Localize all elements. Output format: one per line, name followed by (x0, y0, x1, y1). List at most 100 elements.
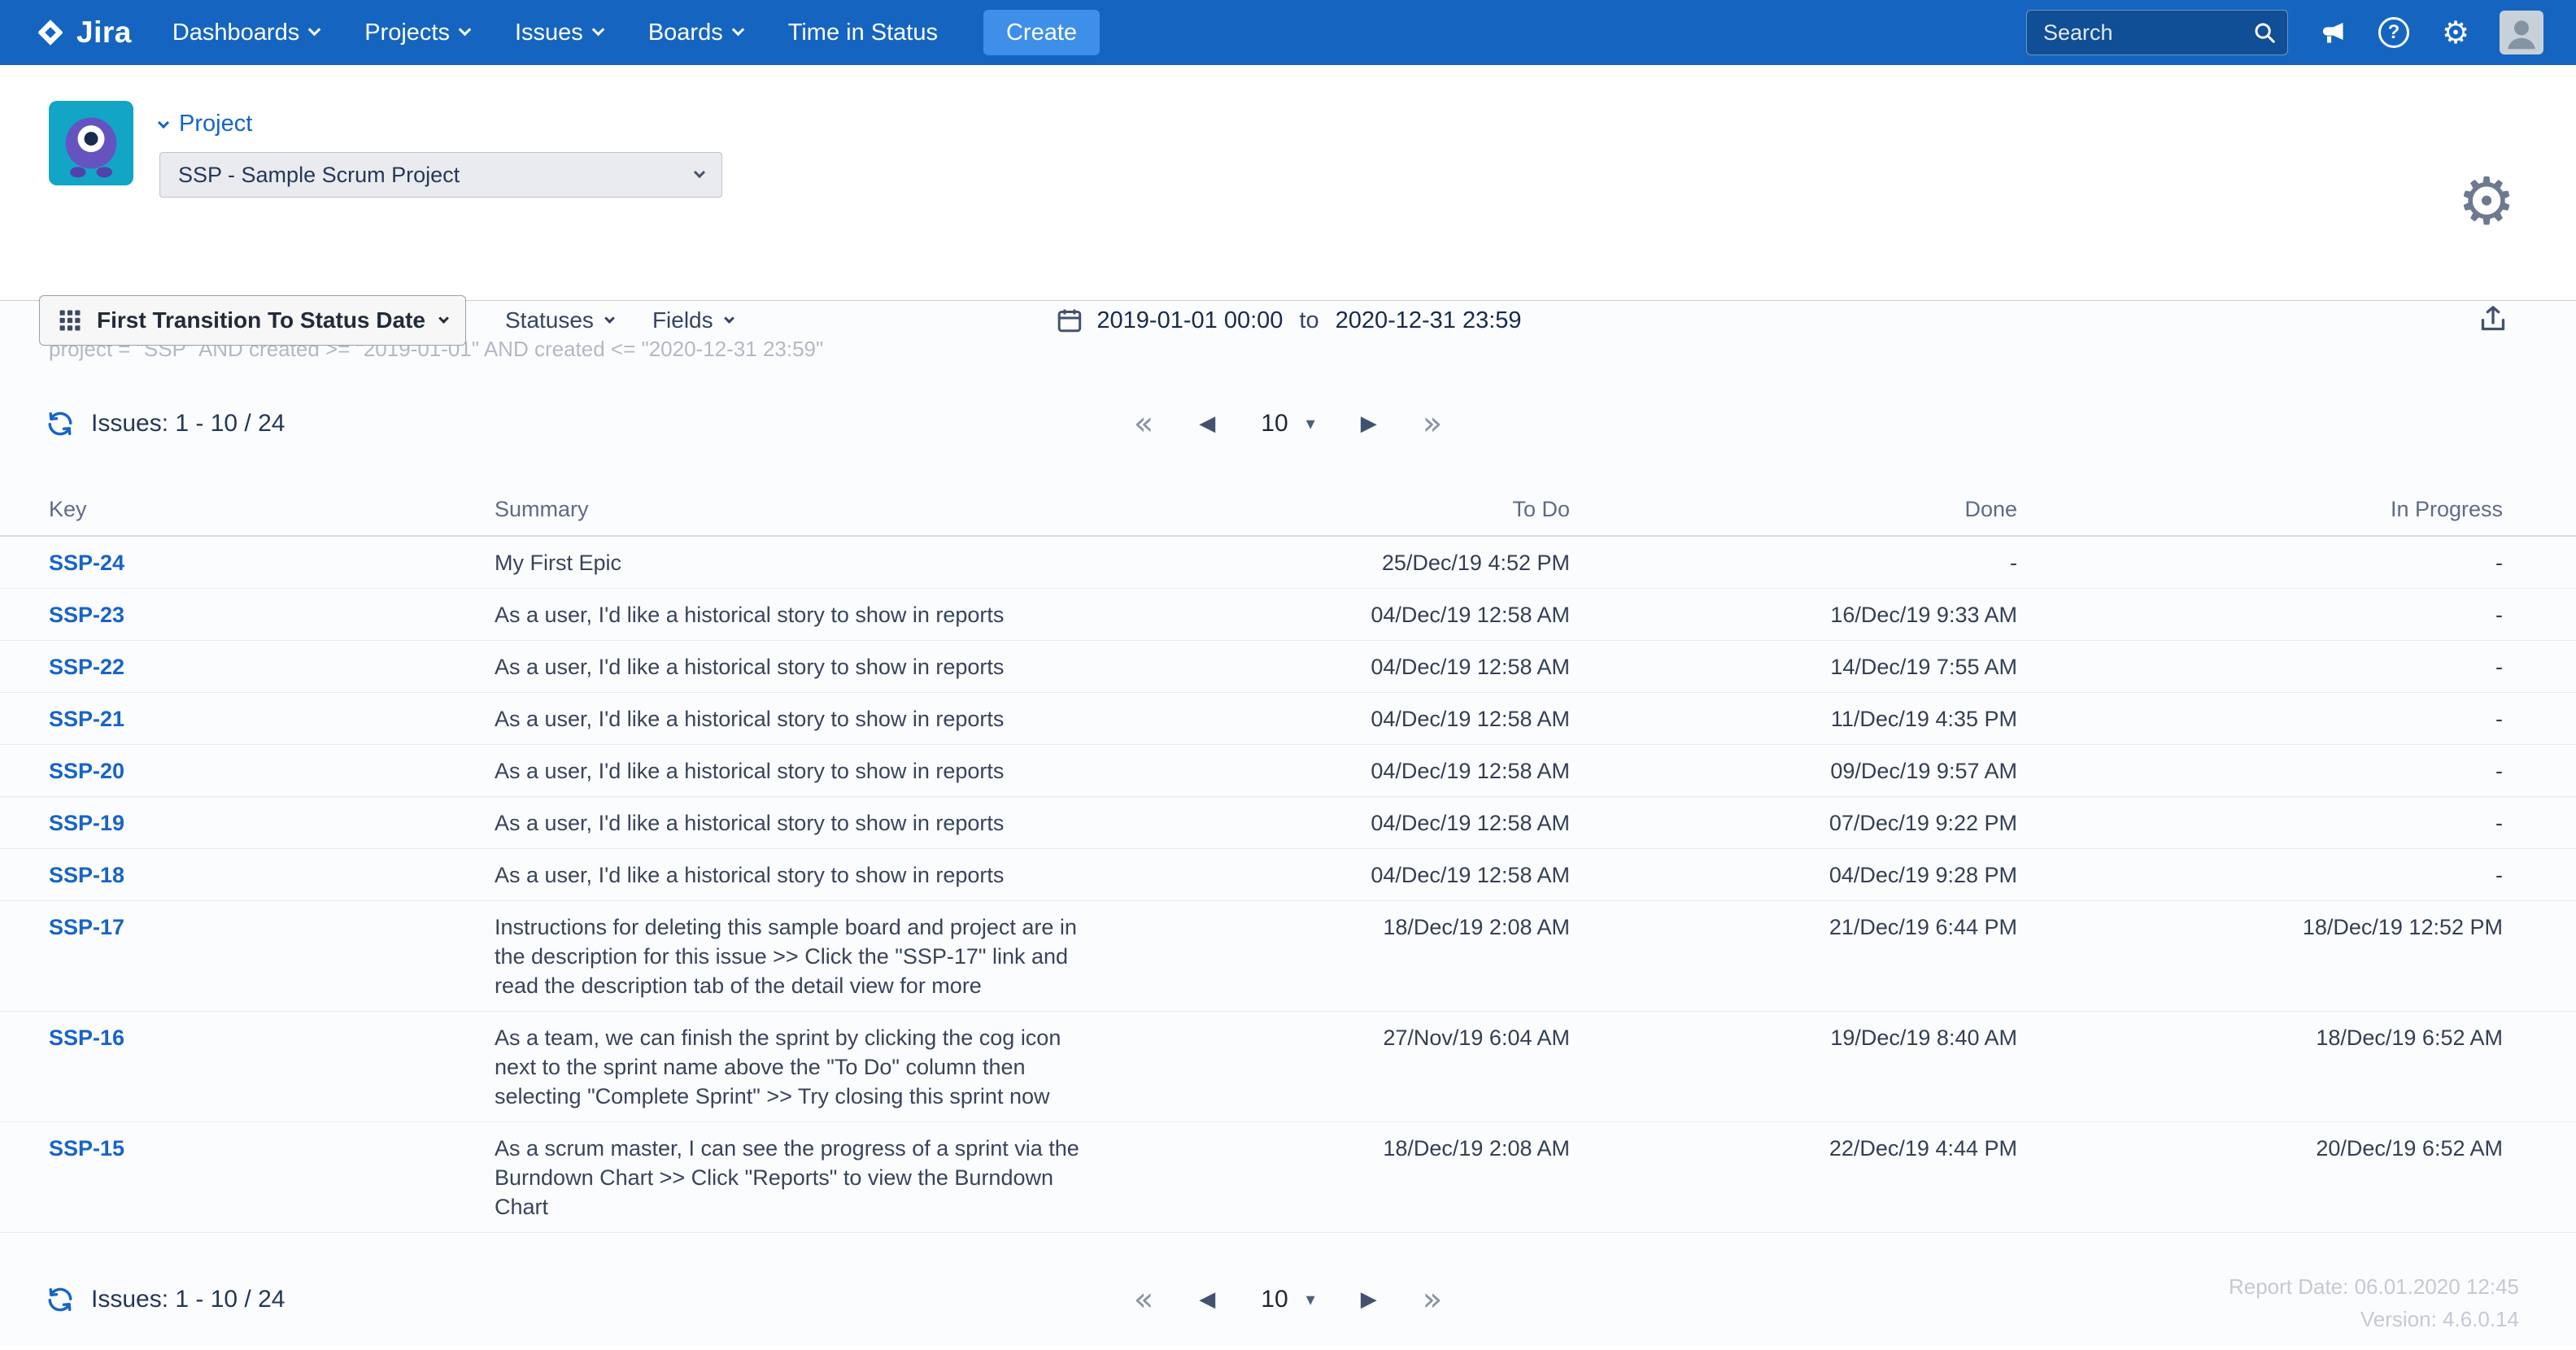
statuses-dropdown[interactable]: Statuses (505, 307, 615, 333)
done-date: 21/Dec/19 6:44 PM (1828, 915, 2017, 939)
issue-key-link[interactable]: SSP-20 (49, 759, 124, 783)
page-size-value: 10 (1261, 410, 1288, 437)
last-page-button[interactable]: » (1423, 407, 1442, 440)
chevron-down-icon (731, 23, 744, 37)
nav-item-label: Dashboards (172, 19, 300, 46)
user-avatar[interactable] (2500, 11, 2543, 54)
settings-gear-icon[interactable]: ⚙ (2438, 15, 2474, 50)
issue-summary: As a user, I'd like a historical story t… (495, 811, 1005, 835)
date-to-value: 2020-12-31 23:59 (1335, 307, 1522, 333)
done-date: 04/Dec/19 9:28 PM (1828, 863, 2017, 887)
issue-key-cell: SSP-15 (49, 1134, 495, 1163)
report-header: Project SSP - Sample Scrum Project ⚙ Fir… (0, 65, 2576, 346)
project-section-toggle[interactable]: Project (157, 111, 722, 137)
top-toolbar: Issues: 1 - 10 / 24 « ◀ 10 ▾ ▶ » (0, 398, 2576, 450)
last-page-button[interactable]: » (1423, 1283, 1442, 1316)
date-from-value: 2019-01-01 00:00 (1096, 307, 1284, 333)
issue-key-cell: SSP-17 (49, 912, 495, 942)
todo-date: 27/Nov/19 6:04 AM (1383, 1026, 1570, 1050)
report-info: Report Date: 06.01.2020 12:45 Version: 4… (2229, 1270, 2519, 1335)
table-row: SSP-15 As a scrum master, I can see the … (0, 1122, 2576, 1233)
issue-key-link[interactable]: SSP-21 (49, 707, 124, 731)
nav-item-issues[interactable]: Issues (515, 20, 605, 46)
issue-key-link[interactable]: SSP-15 (49, 1136, 124, 1161)
issue-key-link[interactable]: SSP-16 (49, 1026, 124, 1050)
nav-item-boards[interactable]: Boards (647, 19, 744, 46)
table-row: SSP-24 My First Epic 25/Dec/19 4:52 PM -… (0, 537, 2576, 589)
report-settings-gear-icon[interactable]: ⚙ (2457, 169, 2516, 234)
refresh-icon[interactable] (46, 409, 75, 438)
next-page-button[interactable]: ▶ (1361, 1289, 1377, 1310)
page-size-select[interactable]: 10 ▾ (1261, 410, 1314, 438)
project-avatar (49, 101, 133, 185)
column-header-summary: Summary (495, 497, 589, 521)
issue-key-link[interactable]: SSP-17 (49, 915, 124, 939)
table-body: SSP-24 My First Epic 25/Dec/19 4:52 PM -… (0, 537, 2576, 1233)
nav-item-time-in-status[interactable]: Time in Status (788, 20, 938, 46)
next-page-button[interactable]: ▶ (1361, 413, 1377, 434)
date-separator: to (1299, 307, 1319, 333)
chevron-down-icon (458, 23, 472, 37)
issue-key-cell: SSP-22 (49, 652, 495, 682)
done-date: 14/Dec/19 7:55 AM (1830, 655, 2017, 679)
report-date-label: Report Date: 06.01.2020 12:45 (2228, 1274, 2519, 1299)
issues-count-label: Issues: 1 - 10 / 24 (91, 410, 285, 437)
issue-key-link[interactable]: SSP-23 (49, 603, 124, 627)
issue-key-cell: SSP-18 (49, 860, 495, 890)
page-size-select[interactable]: 10 ▾ (1261, 1286, 1314, 1313)
refresh-icon[interactable] (46, 1285, 75, 1314)
issues-count-label: Issues: 1 - 10 / 24 (91, 1286, 285, 1313)
table-row: SSP-21 As a user, I'd like a historical … (0, 693, 2576, 745)
pagination-bottom: « ◀ 10 ▾ ▶ » (1134, 1274, 1442, 1326)
search-input[interactable] (2026, 10, 2288, 55)
project-block: Project SSP - Sample Scrum Project (157, 111, 722, 198)
todo-date: 18/Dec/19 2:08 AM (1383, 1136, 1570, 1161)
prev-page-button[interactable]: ◀ (1199, 413, 1215, 434)
issue-key-link[interactable]: SSP-19 (49, 811, 124, 835)
report-type-button[interactable]: First Transition To Status Date (39, 295, 466, 346)
fields-dropdown[interactable]: Fields (652, 307, 734, 333)
inprogress-date: - (2495, 655, 2503, 679)
nav-item-label: Time in Status (787, 19, 938, 46)
issue-summary: As a scrum master, I can see the progres… (495, 1136, 1079, 1219)
version-label: Version: 4.6.0.14 (2360, 1307, 2519, 1331)
inprogress-date: 20/Dec/19 6:52 AM (2316, 1136, 2503, 1161)
search-icon[interactable] (2252, 20, 2277, 49)
first-page-button[interactable]: « (1134, 1283, 1153, 1316)
issue-summary: As a team, we can finish the sprint by c… (495, 1026, 1061, 1108)
table-row: SSP-17 Instructions for deleting this sa… (0, 901, 2576, 1012)
create-button[interactable]: Create (983, 10, 1101, 55)
gear-glyph: ⚙ (2441, 15, 2470, 50)
project-select[interactable]: SSP - Sample Scrum Project (159, 152, 722, 198)
prev-page-button[interactable]: ◀ (1199, 1289, 1215, 1310)
issue-key-link[interactable]: SSP-24 (49, 551, 124, 575)
page-size-value: 10 (1261, 1286, 1288, 1313)
table-row: SSP-23 As a user, I'd like a historical … (0, 589, 2576, 641)
issue-key-link[interactable]: SSP-22 (49, 655, 124, 679)
column-header-done: Done (1964, 497, 2017, 521)
todo-date: 04/Dec/19 12:58 AM (1371, 655, 1570, 679)
top-navbar: Jira Dashboards Projects Issues Boards T… (0, 0, 2576, 65)
done-date: - (2010, 551, 2017, 575)
inprogress-date: 18/Dec/19 6:52 AM (2316, 1026, 2503, 1050)
todo-date: 04/Dec/19 12:58 AM (1371, 811, 1570, 835)
nav-item-dashboards[interactable]: Dashboards (172, 19, 321, 46)
chevron-down-icon (157, 116, 170, 128)
export-icon[interactable] (2477, 303, 2509, 339)
done-date: 16/Dec/19 9:33 AM (1830, 603, 2017, 627)
todo-date: 04/Dec/19 12:58 AM (1371, 759, 1570, 783)
nav-item-label: Boards (647, 19, 723, 46)
issue-key-link[interactable]: SSP-18 (49, 863, 124, 887)
filter-row: First Transition To Status Date Statuses… (39, 294, 734, 346)
help-icon[interactable]: ? (2376, 15, 2412, 50)
nav-item-projects[interactable]: Projects (364, 20, 472, 46)
issue-summary: As a user, I'd like a historical story t… (495, 603, 1005, 627)
issue-summary: As a user, I'd like a historical story t… (495, 759, 1005, 783)
done-date: 07/Dec/19 9:22 PM (1828, 811, 2017, 835)
announcement-icon[interactable] (2314, 15, 2350, 50)
inprogress-date: - (2495, 759, 2503, 783)
date-range-picker[interactable]: 2019-01-01 00:00 to 2020-12-31 23:59 (1054, 294, 1522, 346)
first-page-button[interactable]: « (1134, 407, 1153, 440)
help-glyph: ? (2387, 21, 2400, 43)
jira-home-link[interactable]: Jira (36, 15, 132, 50)
